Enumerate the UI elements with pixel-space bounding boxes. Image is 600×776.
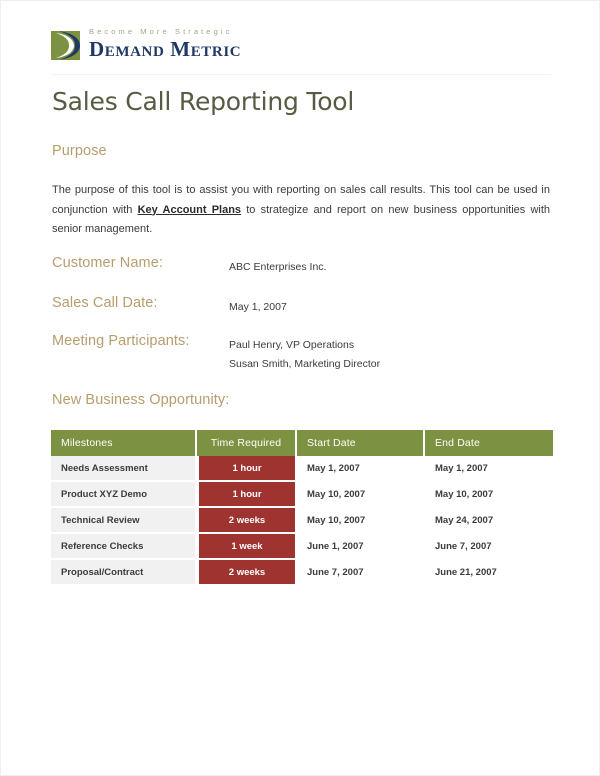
cell-milestone: Proposal/Contract (51, 560, 197, 584)
column-header-milestones[interactable]: Milestones (51, 430, 197, 456)
cell-time-required: 1 hour (197, 482, 297, 508)
cell-time-required: 1 week (197, 534, 297, 560)
section-heading-purpose: Purpose (52, 143, 107, 159)
header-divider (51, 74, 551, 75)
field-value-sales-call-date[interactable]: May 1, 2007 (229, 298, 287, 317)
table-row: Proposal/Contract 2 weeks June 7, 2007 J… (51, 560, 553, 584)
table-header-row: Milestones Time Required Start Date End … (51, 430, 553, 456)
milestones-table: Milestones Time Required Start Date End … (51, 430, 553, 584)
cell-milestone: Product XYZ Demo (51, 482, 197, 508)
cell-milestone: Reference Checks (51, 534, 197, 560)
purpose-paragraph: The purpose of this tool is to assist yo… (52, 181, 550, 240)
logo-block[interactable]: Become More Strategic Demand Metric (51, 27, 551, 60)
field-label-sales-call-date: Sales Call Date: (52, 295, 158, 311)
document-page: Become More Strategic Demand Metric Sale… (0, 0, 600, 776)
cell-end-date: June 21, 2007 (425, 560, 553, 584)
cell-milestone: Technical Review (51, 508, 197, 534)
table-row: Product XYZ Demo 1 hour May 10, 2007 May… (51, 482, 553, 508)
field-value-meeting-participants[interactable]: Paul Henry, VP Operations Susan Smith, M… (229, 336, 380, 374)
cell-time-required: 1 hour (197, 456, 297, 482)
milestones-table-wrapper: Milestones Time Required Start Date End … (51, 430, 553, 584)
cell-start-date: May 10, 2007 (297, 482, 425, 508)
key-account-plans-link[interactable]: Key Account Plans (138, 204, 241, 216)
cell-end-date: May 24, 2007 (425, 508, 553, 534)
cell-start-date: June 1, 2007 (297, 534, 425, 560)
cell-end-date: May 1, 2007 (425, 456, 553, 482)
column-header-end-date[interactable]: End Date (425, 430, 553, 456)
field-value-customer-name[interactable]: ABC Enterprises Inc. (229, 258, 326, 277)
field-label-meeting-participants: Meeting Participants: (52, 333, 190, 349)
cell-start-date: June 7, 2007 (297, 560, 425, 584)
cell-time-required: 2 weeks (197, 508, 297, 534)
table-row: Technical Review 2 weeks May 10, 2007 Ma… (51, 508, 553, 534)
cell-start-date: May 10, 2007 (297, 508, 425, 534)
brand-name: Demand Metric (89, 37, 242, 61)
cell-end-date: May 10, 2007 (425, 482, 553, 508)
cell-end-date: June 7, 2007 (425, 534, 553, 560)
section-heading-new-business-opportunity: New Business Opportunity: (52, 392, 230, 408)
cell-time-required: 2 weeks (197, 560, 297, 584)
brand-header: Become More Strategic Demand Metric (51, 27, 551, 73)
demand-metric-swoosh-logo-icon (51, 31, 80, 60)
table-row: Reference Checks 1 week June 1, 2007 Jun… (51, 534, 553, 560)
milestones-table-body: Needs Assessment 1 hour May 1, 2007 May … (51, 456, 553, 584)
brand-tagline: Become More Strategic (89, 27, 233, 36)
page-title: Sales Call Reporting Tool (52, 87, 355, 116)
participant-line-2: Susan Smith, Marketing Director (229, 358, 381, 370)
logo-wordmark: Become More Strategic Demand Metric (89, 27, 241, 60)
field-label-customer-name: Customer Name: (52, 255, 163, 271)
participant-line-1: Paul Henry, VP Operations (229, 339, 355, 351)
column-header-time-required[interactable]: Time Required (197, 430, 297, 456)
table-row: Needs Assessment 1 hour May 1, 2007 May … (51, 456, 553, 482)
cell-start-date: May 1, 2007 (297, 456, 425, 482)
cell-milestone: Needs Assessment (51, 456, 197, 482)
column-header-start-date[interactable]: Start Date (297, 430, 425, 456)
